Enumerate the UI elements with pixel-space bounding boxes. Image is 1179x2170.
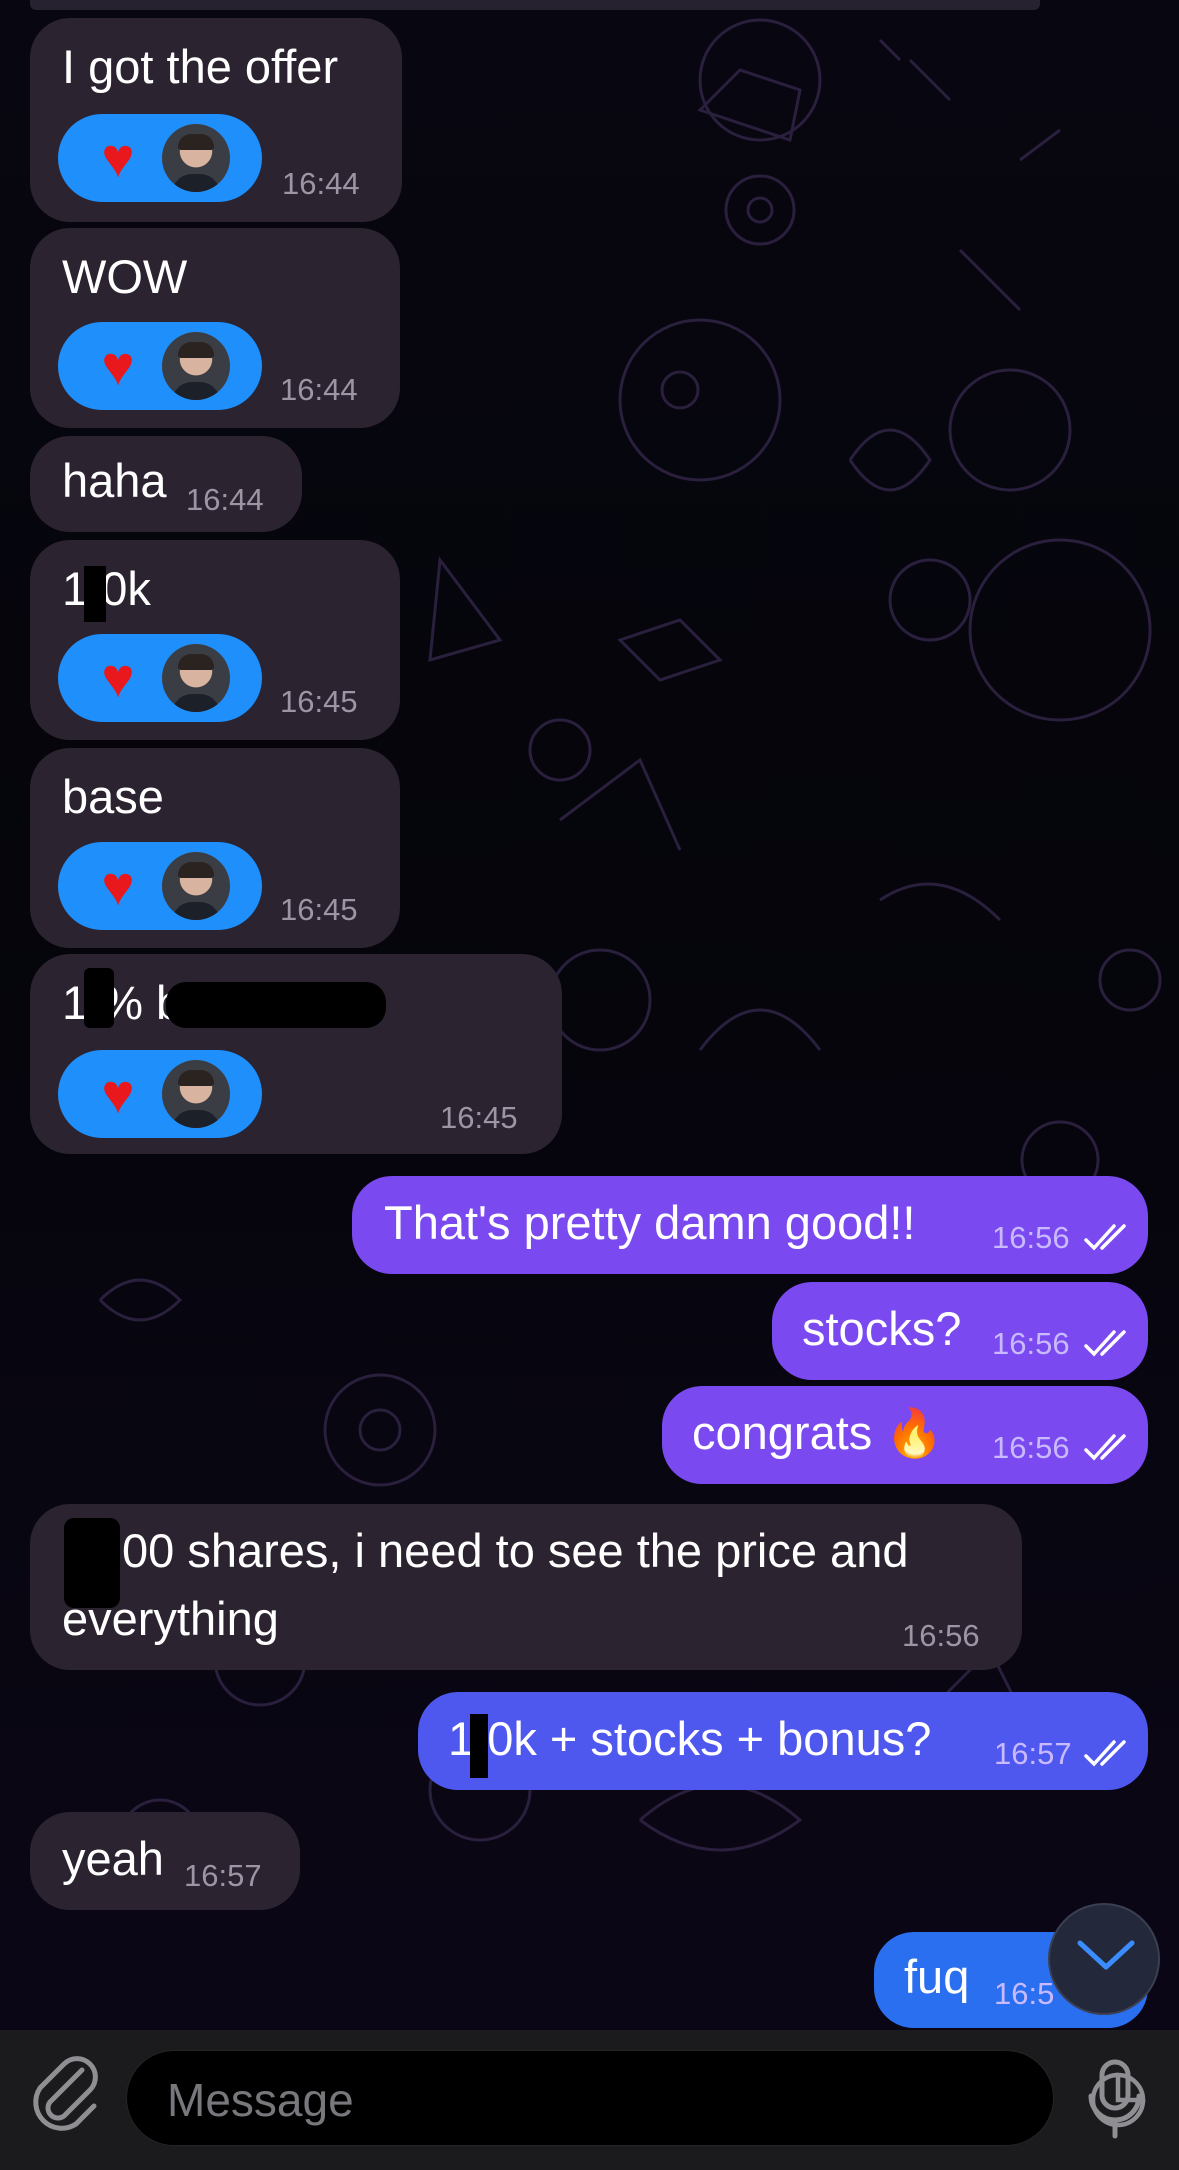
message-bubble[interactable]: 1 0k ♥ 16:45 [30,540,400,740]
avatar [162,124,230,192]
message-text: congrats 🔥 [692,1406,944,1459]
heart-icon: ♥ [101,126,135,189]
message-time: 16:57 [994,1736,1072,1771]
reaction-pill[interactable]: ♥ [58,114,262,202]
message-text: 00 shares, i need to see the price and [122,1524,909,1577]
reaction-pill[interactable]: ♥ [58,1050,262,1138]
read-receipt-icon [1084,1434,1126,1461]
message-text: base [62,770,164,823]
message-bubble[interactable]: 00 shares, i need to see the price and e… [30,1504,1022,1670]
heart-icon: ♥ [101,646,135,709]
message-time: 16:45 [440,1100,518,1135]
message-bubble[interactable]: That's pretty damn good!! 16:56 [352,1176,1148,1274]
message-text: yeah [62,1832,164,1885]
redaction [470,1714,488,1778]
message-time: 16:44 [282,166,360,201]
avatar [162,644,230,712]
heart-icon: ♥ [101,334,135,397]
message-time: 16:56 [992,1220,1070,1255]
message-text: stocks? [802,1302,962,1355]
message-bubble[interactable]: base ♥ 16:45 [30,748,400,948]
reaction-pill[interactable]: ♥ [58,634,262,722]
message-bubble[interactable]: congrats 🔥 16:56 [662,1386,1148,1484]
heart-icon: ♥ [101,854,135,917]
message-bubble[interactable]: haha 16:44 [30,436,302,532]
redaction [166,982,386,1028]
message-time: 16:56 [902,1618,980,1653]
redaction [84,968,114,1028]
message-input[interactable]: Message [126,2050,1146,2146]
message-text: I got the offer [62,40,339,93]
read-receipt-icon [1084,1740,1126,1767]
chevron-down-icon [1077,1940,1135,1970]
read-receipt-icon [1084,1330,1126,1357]
message-text: WOW [62,250,188,303]
message-input-placeholder: Message [167,2074,354,2126]
message-time: 16:56 [992,1430,1070,1465]
message-time: 16:45 [280,684,358,719]
avatar [162,1060,230,1128]
avatar [162,852,230,920]
message-text: That's pretty damn good!! [384,1196,916,1249]
message-time: 16:57 [184,1858,262,1893]
microphone-icon[interactable] [1085,2058,1145,2142]
top-bar-edge [30,0,1040,10]
message-time: 16:45 [280,892,358,927]
message-time: 16:5 [994,1976,1055,2011]
scroll-to-bottom-button[interactable] [1048,1903,1160,2015]
redaction [84,566,106,622]
message-text-line2: everything [62,1592,279,1645]
message-composer: Message [0,2030,1179,2170]
message-text: 1 0k [62,562,151,615]
heart-icon: ♥ [101,1062,135,1125]
message-time: 16:44 [280,372,358,407]
reaction-pill[interactable]: ♥ [58,842,262,930]
message-text: haha [62,454,167,507]
paperclip-icon[interactable] [30,2052,100,2134]
message-time: 16:56 [992,1326,1070,1361]
message-bubble[interactable]: I got the offer ♥ 16:44 [30,18,402,222]
message-bubble[interactable]: WOW ♥ 16:44 [30,228,400,428]
message-bubble[interactable]: yeah 16:57 [30,1812,300,1910]
reaction-pill[interactable]: ♥ [58,322,262,410]
message-text: fuq [904,1950,970,2003]
message-time: 16:44 [186,482,264,517]
read-receipt-icon [1084,1224,1126,1251]
message-bubble[interactable]: 1 % bonus ♥ 16:45 [30,954,562,1154]
message-text: 1 0k + stocks + bonus? [448,1712,932,1765]
avatar [162,332,230,400]
message-bubble[interactable]: stocks? 16:56 [772,1282,1148,1380]
message-bubble[interactable]: 1 0k + stocks + bonus? 16:57 [418,1692,1148,1790]
